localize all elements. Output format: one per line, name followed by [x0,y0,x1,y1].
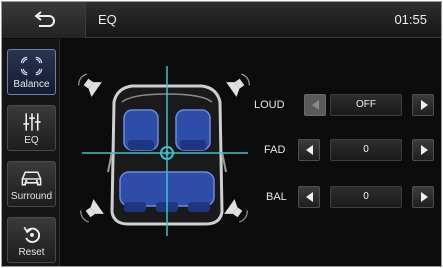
sidebar-item-label: Balance [13,79,50,90]
arrow-left-icon [312,100,319,110]
eq-screen: EQ 01:55 Balance EQ Surround Reset LOUD … [1,1,442,267]
loud-value: OFF [330,94,402,116]
speaker-rear-left-icon [80,199,104,223]
speaker-rear-right-icon [224,199,248,223]
reset-icon [23,226,41,243]
loud-right-button[interactable] [412,94,434,116]
front-right-seat [175,109,211,151]
car-icon [21,171,42,186]
bal-right-button[interactable] [412,186,434,208]
arrow-right-icon [421,145,428,155]
eq-sliders-icon [23,113,41,131]
sidebar-item-surround[interactable]: Surround [7,161,56,207]
loud-label: LOUD [254,99,285,111]
bal-left-button[interactable] [298,186,320,208]
bal-label: BAL [266,191,287,203]
sidebar-item-label: Reset [18,247,45,258]
arrow-right-icon [421,192,428,202]
balance-icon [20,56,43,76]
sidebar-item-reset[interactable]: Reset [7,217,56,263]
back-arrow-icon [34,11,55,27]
sidebar-item-balance[interactable]: Balance [7,49,56,95]
speaker-front-right-icon [226,73,250,97]
clock: 01:55 [394,12,427,27]
fad-value: 0 [330,139,402,161]
arrow-left-icon [306,145,313,155]
sidebar-item-label: Surround [10,191,53,202]
page-title: EQ [98,12,117,27]
fad-label: FAD [264,144,286,156]
back-button[interactable] [2,2,86,38]
arrow-right-icon [421,100,428,110]
arrow-left-icon [306,192,313,202]
loud-left-button[interactable] [304,94,326,116]
sidebar: Balance EQ Surround Reset [2,39,60,266]
top-bar: EQ 01:55 [2,2,441,38]
fad-right-button[interactable] [412,139,434,161]
sidebar-item-eq[interactable]: EQ [7,105,56,151]
fad-left-button[interactable] [298,139,320,161]
front-left-seat [123,109,159,151]
bal-value: 0 [330,186,402,208]
sidebar-item-label: EQ [24,135,39,146]
speaker-front-left-icon [78,73,102,97]
balance-car-diagram[interactable] [72,52,262,262]
